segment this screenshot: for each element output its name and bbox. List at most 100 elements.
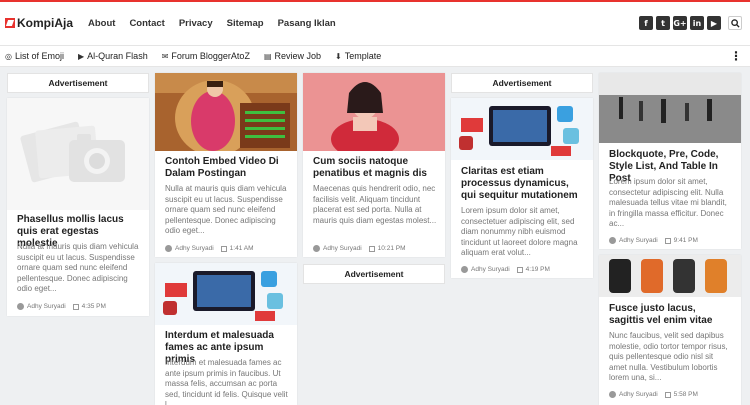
post-author[interactable]: Adhy Suryadi xyxy=(175,245,214,252)
calendar-icon xyxy=(220,245,227,252)
post-snippet: Maecenas quis hendrerit odio, nec facili… xyxy=(313,184,437,225)
post-snippet: Nulla at mauris quis diam vehicula susci… xyxy=(165,184,287,235)
nav-pasang-iklan[interactable]: Pasang Iklan xyxy=(278,18,336,29)
camera-placeholder-icon xyxy=(20,121,125,183)
calendar-icon xyxy=(664,237,671,244)
subnav-forum-bloggeratoz[interactable]: ✉ Forum BloggerAtoZ xyxy=(162,51,250,61)
subnav-label: List of Emoji xyxy=(14,51,65,61)
post-author[interactable]: Adhy Suryadi xyxy=(27,303,66,310)
post-meta: Adhy Suryadi 10:21 PM xyxy=(313,245,406,252)
post-title[interactable]: Fusce justo lacus, sagittis vel enim vit… xyxy=(609,303,733,327)
post-card[interactable]: Cum sociis natoque penatibus et magnis d… xyxy=(303,73,445,257)
photo-smartwatches-image xyxy=(599,255,741,297)
main-nav: About Contact Privacy Sitemap Pasang Ikl… xyxy=(88,18,350,29)
author-avatar xyxy=(461,266,468,273)
post-card[interactable]: Claritas est etiam processus dynamicus, … xyxy=(451,98,593,278)
google-plus-icon[interactable]: G+ xyxy=(673,16,687,30)
subnav-al-quran-flash[interactable]: ▶ Al-Quran Flash xyxy=(78,51,148,61)
subnav-label: Al-Quran Flash xyxy=(87,51,148,61)
subnav-label: Forum BloggerAtoZ xyxy=(171,51,250,61)
post-author[interactable]: Adhy Suryadi xyxy=(323,245,362,252)
more-menu-icon[interactable]: ⋮ xyxy=(730,50,742,62)
subnav-template[interactable]: ⬇ Template xyxy=(335,51,381,61)
post-meta: Adhy Suryadi 9:41 PM xyxy=(609,237,698,244)
post-card[interactable]: Interdum et malesuada fames ac ante ipsu… xyxy=(155,263,297,405)
post-card[interactable]: Fusce justo lacus, sagittis vel enim vit… xyxy=(599,255,741,405)
author-avatar xyxy=(313,245,320,252)
photo-street-bw-image xyxy=(599,73,741,143)
advertisement-box: Advertisement xyxy=(303,264,445,284)
post-meta: Adhy Suryadi 4:19 PM xyxy=(461,266,550,273)
post-author[interactable]: Adhy Suryadi xyxy=(619,237,658,244)
post-thumbnail[interactable] xyxy=(155,73,297,151)
calendar-icon xyxy=(368,245,375,252)
post-title[interactable]: Cum sociis natoque penatibus et magnis d… xyxy=(313,156,437,180)
post-meta: Adhy Suryadi 5:58 PM xyxy=(609,391,698,398)
post-title[interactable]: Contoh Embed Video Di Dalam Postingan xyxy=(165,156,289,180)
post-title[interactable]: Claritas est etiam processus dynamicus, … xyxy=(461,166,585,202)
logo-mark-icon xyxy=(5,18,15,28)
post-thumbnail[interactable] xyxy=(451,98,593,160)
globe-icon: ◎ xyxy=(5,51,12,61)
post-meta: Adhy Suryadi 1:41 AM xyxy=(165,245,254,252)
nav-sitemap[interactable]: Sitemap xyxy=(227,18,264,29)
post-snippet: Nulla at mauris quis diam vehicula susci… xyxy=(17,242,139,293)
play-circle-icon: ▶ xyxy=(78,51,85,61)
post-card[interactable]: Contoh Embed Video Di Dalam Postingan Nu… xyxy=(155,73,297,257)
post-card[interactable]: Phasellus mollis lacus quis erat egestas… xyxy=(7,98,149,316)
photo-woman-portrait-image xyxy=(303,73,445,151)
social-links: f t G+ in ▶ xyxy=(639,16,742,30)
post-thumbnail[interactable] xyxy=(155,263,297,325)
post-snippet: Nunc faucibus, velit sed dapibus molesti… xyxy=(609,331,728,382)
advertisement-box: Advertisement xyxy=(451,73,593,93)
post-thumbnail[interactable] xyxy=(7,98,149,210)
post-snippet: Interdum et malesuada fames ac ante ipsu… xyxy=(165,358,288,405)
search-icon xyxy=(730,18,740,28)
site-logo[interactable]: KompiAja xyxy=(5,16,73,30)
post-time: 4:19 PM xyxy=(525,266,550,273)
subnav-review-job[interactable]: ▤ Review Job xyxy=(264,51,321,61)
post-snippet: Lorem ipsum dolor sit amet, consectetur … xyxy=(609,177,727,228)
youtube-icon[interactable]: ▶ xyxy=(707,16,721,30)
search-button[interactable] xyxy=(728,16,742,30)
post-thumbnail[interactable] xyxy=(599,73,741,143)
author-avatar xyxy=(165,245,172,252)
logo-text: KompiAja xyxy=(17,16,74,30)
post-meta: Adhy Suryadi 4:35 PM xyxy=(17,303,106,310)
post-time: 1:41 AM xyxy=(229,245,254,252)
post-card[interactable]: Blockquote, Pre, Code, Style List, And T… xyxy=(599,73,741,249)
post-time: 9:41 PM xyxy=(673,237,698,244)
media-devices-image xyxy=(451,98,593,160)
document-icon: ▤ xyxy=(263,51,272,61)
subnav-label: Template xyxy=(344,51,382,61)
author-avatar xyxy=(17,303,24,310)
calendar-icon xyxy=(516,266,523,273)
post-thumbnail[interactable] xyxy=(599,255,741,297)
post-time: 4:35 PM xyxy=(81,303,106,310)
nav-privacy[interactable]: Privacy xyxy=(179,18,213,29)
linkedin-icon[interactable]: in xyxy=(690,16,704,30)
calendar-icon xyxy=(72,303,79,310)
post-author[interactable]: Adhy Suryadi xyxy=(619,391,658,398)
secondary-nav-bar: ◎ List of Emoji ▶ Al-Quran Flash ✉ Forum Bl… xyxy=(0,45,750,67)
post-thumbnail[interactable] xyxy=(303,73,445,151)
post-snippet: Lorem ipsum dolor sit amet, consectetuer… xyxy=(461,206,578,257)
top-bar: KompiAja About Contact Privacy Sitemap P… xyxy=(0,0,750,45)
download-icon: ⬇ xyxy=(335,51,342,61)
advertisement-box: Advertisement xyxy=(7,73,149,93)
post-time: 5:58 PM xyxy=(673,391,698,398)
post-time: 10:21 PM xyxy=(377,245,406,252)
twitter-icon[interactable]: t xyxy=(656,16,670,30)
comments-icon: ✉ xyxy=(161,51,169,61)
calendar-icon xyxy=(664,391,671,398)
nav-about[interactable]: About xyxy=(88,18,115,29)
post-author[interactable]: Adhy Suryadi xyxy=(471,266,510,273)
subnav-label: Review Job xyxy=(274,51,322,61)
author-avatar xyxy=(609,391,616,398)
nav-contact[interactable]: Contact xyxy=(129,18,164,29)
media-devices-image xyxy=(155,263,297,325)
photo-woman-throne-image xyxy=(155,73,297,151)
subnav-list-of-emoji[interactable]: ◎ List of Emoji xyxy=(5,51,64,61)
author-avatar xyxy=(609,237,616,244)
facebook-icon[interactable]: f xyxy=(639,16,653,30)
